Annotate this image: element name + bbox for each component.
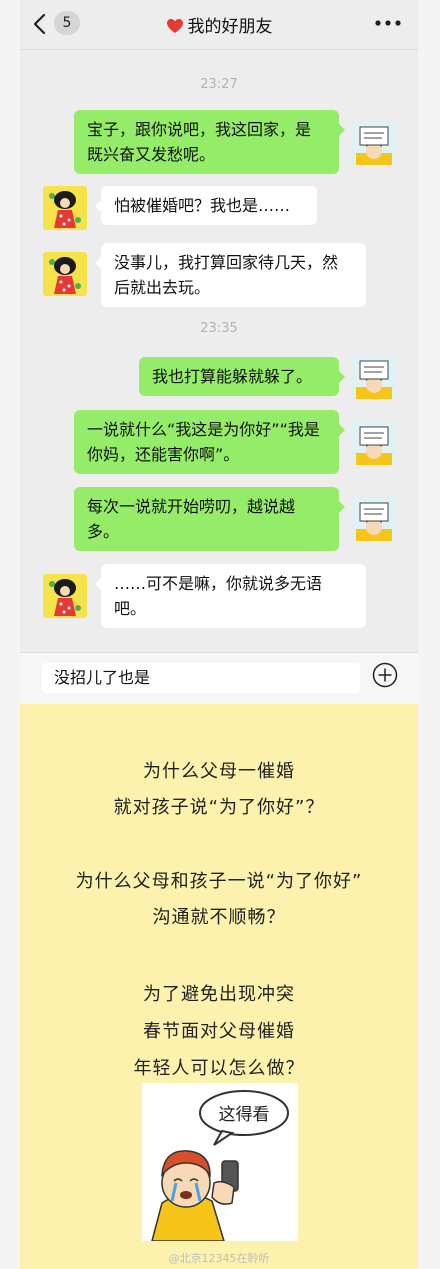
timestamp: 23:35 bbox=[200, 321, 238, 336]
my-message-bubble[interactable]: 我也打算能躲就躲了。 bbox=[139, 357, 345, 396]
speech-bubble-text: 这得看 bbox=[219, 1105, 270, 1125]
boy-holding-sign-icon bbox=[352, 121, 396, 165]
girl-flower-dress-icon bbox=[43, 252, 87, 296]
friend-message-bubble[interactable]: 怕被催婚吧？我也是…… bbox=[95, 186, 317, 225]
boy-holding-sign-icon bbox=[352, 355, 396, 399]
chat-title: 我的好朋友 bbox=[187, 17, 273, 37]
more-options-icon[interactable] bbox=[374, 18, 402, 28]
girl-flower-dress-icon bbox=[43, 574, 87, 618]
my-message-bubble[interactable]: 一说就什么“我这是为你好”“我是你妈，还能害你啊”。 bbox=[74, 410, 345, 474]
plus-circle-icon[interactable] bbox=[372, 662, 398, 688]
heart-icon bbox=[166, 19, 183, 33]
my-avatar[interactable] bbox=[352, 121, 396, 165]
watermark-text: @北京12345在聆听 bbox=[168, 1252, 270, 1265]
friend-avatar[interactable] bbox=[43, 186, 87, 230]
panel-text-line: 为什么父母一催婚 bbox=[143, 761, 295, 782]
girl-flower-dress-icon bbox=[43, 186, 87, 230]
crying-boy-illustration: 这得看 bbox=[142, 1083, 298, 1242]
panel-text-line: 为什么父母和孩子一说“为了你好” bbox=[75, 871, 363, 892]
outer-background-left bbox=[0, 0, 20, 1269]
chat-title-group: 我的好朋友 bbox=[20, 12, 418, 37]
my-avatar[interactable] bbox=[352, 421, 396, 465]
timestamp: 23:27 bbox=[200, 77, 238, 92]
crying-boy-phone-icon: 这得看 bbox=[151, 1090, 289, 1242]
friend-message-bubble[interactable]: ……可不是嘛，你就说多无语吧。 bbox=[95, 564, 366, 628]
boy-holding-sign-icon bbox=[352, 421, 396, 465]
chat-header: 5 我的好朋友 bbox=[20, 0, 418, 50]
friend-avatar[interactable] bbox=[43, 252, 87, 296]
boy-holding-sign-icon bbox=[352, 497, 396, 541]
my-avatar[interactable] bbox=[352, 355, 396, 399]
panel-text-line: 为了避免出现冲突 bbox=[143, 984, 295, 1005]
outer-background-right bbox=[418, 0, 440, 1269]
panel-text-line: 就对孩子说“为了你好”？ bbox=[113, 797, 325, 818]
my-message-bubble[interactable]: 每次一说就开始唠叨，越说越多。 bbox=[74, 487, 345, 551]
panel-text-line: 春节面对父母催婚 bbox=[143, 1021, 295, 1042]
my-message-bubble[interactable]: 宝子，跟你说吧，我这回家，是既兴奋又发愁呢。 bbox=[74, 110, 345, 174]
panel-text-line: 年轻人可以怎么做？ bbox=[133, 1058, 305, 1079]
friend-message-bubble[interactable]: 没事儿，我打算回家待几天，然后就出去玩。 bbox=[95, 243, 366, 307]
message-input[interactable]: 没招儿了也是 bbox=[42, 663, 360, 693]
my-avatar[interactable] bbox=[352, 497, 396, 541]
friend-avatar[interactable] bbox=[43, 574, 87, 618]
chat-screen: 5 我的好朋友 23:27 23:35 宝子，跟你说吧，我这回家，是既兴奋又发愁… bbox=[20, 0, 418, 1269]
panel-text-line: 沟通就不顺畅？ bbox=[152, 907, 286, 928]
message-input-bar: 没招儿了也是 bbox=[20, 652, 418, 704]
